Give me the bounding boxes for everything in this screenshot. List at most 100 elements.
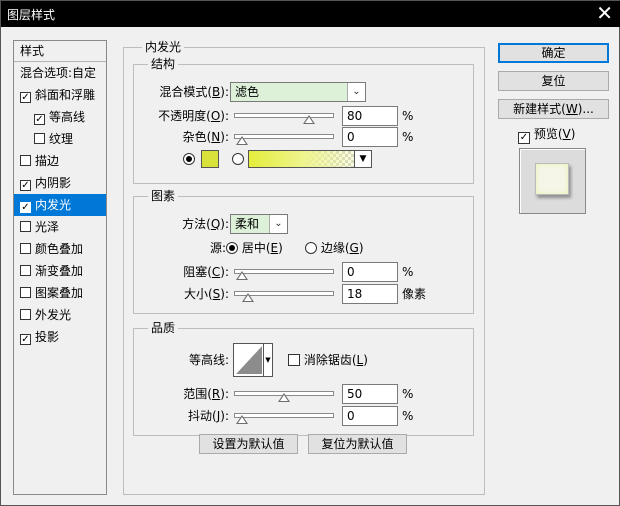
structure-group: 结构 混合模式(B): 滤色 ⌄ 不透明度(O): 80 % 杂色(N): 0 …: [133, 57, 474, 184]
sidebar-item-label: 内发光: [35, 198, 72, 212]
sidebar-item-checkbox[interactable]: [34, 133, 45, 144]
sidebar-item-checkbox[interactable]: ✓: [20, 92, 31, 103]
layer-style-dialog: 图层样式 ✕ 样式 混合选项:自定 ✓ 斜面和浮雕 ✓ 等高线纹理描边 ✓ 内阴影 ✓ 内发光光…: [0, 0, 620, 506]
inner-glow-title: 内发光: [142, 40, 185, 54]
elements-title: 图素: [148, 189, 179, 203]
sidebar-item[interactable]: 图案叠加: [14, 282, 106, 304]
sidebar-item[interactable]: 描边: [14, 150, 106, 172]
noise-slider[interactable]: [234, 128, 334, 146]
preview-option[interactable]: ✓ 预览(V): [518, 125, 575, 144]
style-preview: [519, 148, 586, 214]
contour-picker[interactable]: ▼: [233, 343, 273, 377]
structure-title: 结构: [148, 57, 179, 71]
source-center-option[interactable]: 居中(E): [226, 239, 283, 257]
sidebar-item-label: 纹理: [49, 132, 74, 146]
antialias-option[interactable]: 消除锯齿(L): [288, 351, 368, 369]
jitter-label: 抖动(J):: [188, 409, 229, 423]
choke-slider-thumb[interactable]: [236, 271, 248, 280]
range-label: 范围(R):: [183, 387, 229, 401]
sidebar-item[interactable]: 混合选项:自定: [14, 62, 106, 84]
sidebar-item-checkbox[interactable]: ✓: [20, 180, 31, 191]
range-input[interactable]: 50: [342, 384, 398, 404]
sidebar-item[interactable]: 光泽: [14, 216, 106, 238]
contour-dropdown-icon[interactable]: ▼: [263, 344, 272, 376]
range-unit: %: [402, 387, 414, 401]
sidebar-item-label: 描边: [35, 154, 60, 168]
choke-input[interactable]: 0: [342, 262, 398, 282]
gradient-dropdown-icon[interactable]: ▼: [354, 151, 371, 167]
noise-unit: %: [402, 130, 414, 144]
sidebar-item[interactable]: ✓ 斜面和浮雕: [14, 84, 106, 106]
quality-group: 品质 等高线: ▼ 消除锯齿(L) 范围(R): 50 % 抖动(J): 0 %: [133, 321, 474, 436]
sidebar-item-label: 内阴影: [35, 176, 72, 190]
sidebar-item-checkbox[interactable]: [20, 265, 31, 276]
sidebar-item[interactable]: ✓ 等高线: [14, 106, 106, 128]
sidebar-item-label: 混合选项:自定: [20, 66, 97, 80]
source-label: 源:: [209, 241, 226, 255]
sidebar-item-checkbox[interactable]: ✓: [20, 202, 31, 213]
ok-button[interactable]: 确定: [498, 43, 609, 63]
sidebar-item[interactable]: 颜色叠加: [14, 238, 106, 260]
sidebar-item-checkbox[interactable]: [20, 309, 31, 320]
sidebar-item[interactable]: ✓ 内阴影: [14, 172, 106, 194]
preview-checkbox[interactable]: ✓: [518, 132, 530, 144]
noise-slider-thumb[interactable]: [236, 136, 248, 145]
sidebar-item-label: 斜面和浮雕: [35, 88, 96, 102]
choke-slider[interactable]: [234, 263, 334, 281]
opacity-input[interactable]: 80: [342, 106, 398, 126]
jitter-slider-thumb[interactable]: [236, 415, 248, 424]
close-icon[interactable]: ✕: [596, 2, 613, 24]
sidebar-item-label: 外发光: [35, 308, 72, 322]
source-edge-radio[interactable]: [305, 242, 317, 254]
chevron-down-icon: ⌄: [269, 215, 287, 233]
sidebar-item-label: 图案叠加: [35, 286, 84, 300]
blend-mode-select[interactable]: 滤色 ⌄: [230, 82, 366, 102]
glow-color-swatch[interactable]: [201, 150, 219, 168]
gradient-picker[interactable]: ▼: [248, 150, 372, 168]
sidebar-item-checkbox[interactable]: [20, 243, 31, 254]
make-default-button[interactable]: 设置为默认值: [199, 434, 298, 454]
choke-unit: %: [402, 265, 414, 279]
noise-input[interactable]: 0: [342, 127, 398, 147]
sidebar-item-checkbox[interactable]: ✓: [34, 114, 45, 125]
jitter-input[interactable]: 0: [342, 406, 398, 426]
method-select[interactable]: 柔和 ⌄: [230, 214, 288, 234]
opacity-slider-thumb[interactable]: [303, 115, 315, 124]
opacity-slider[interactable]: [234, 107, 334, 125]
opacity-label: 不透明度(O):: [158, 109, 229, 123]
antialias-checkbox[interactable]: [288, 354, 300, 366]
sidebar-item[interactable]: 外发光: [14, 304, 106, 326]
range-slider[interactable]: [234, 385, 334, 403]
sidebar-item-checkbox[interactable]: [20, 155, 31, 166]
reset-default-button[interactable]: 复位为默认值: [308, 434, 407, 454]
size-slider[interactable]: [234, 285, 334, 303]
sidebar-item[interactable]: 渐变叠加: [14, 260, 106, 282]
preview-swatch: [535, 163, 569, 195]
gradient-radio[interactable]: [232, 153, 244, 165]
sidebar-item[interactable]: ✓ 投影: [14, 326, 106, 348]
dialog-title: 图层样式: [7, 8, 56, 22]
sidebar-item[interactable]: ✓ 内发光: [14, 194, 106, 216]
reset-button[interactable]: 复位: [498, 71, 609, 91]
inner-glow-panel: 内发光 结构 混合模式(B): 滤色 ⌄ 不透明度(O): 80 % 杂色(N)…: [123, 40, 485, 495]
quality-title: 品质: [148, 321, 179, 335]
sidebar-item-checkbox[interactable]: ✓: [20, 334, 31, 345]
source-center-radio[interactable]: [226, 242, 238, 254]
contour-label: 等高线:: [188, 353, 229, 367]
source-edge-option[interactable]: 边缘(G): [305, 239, 364, 257]
new-style-button[interactable]: 新建样式(W)...: [498, 99, 609, 119]
styles-header[interactable]: 样式: [14, 41, 106, 62]
size-input[interactable]: 18: [342, 284, 398, 304]
opacity-unit: %: [402, 109, 414, 123]
solid-color-radio[interactable]: [183, 153, 195, 165]
styles-list: 样式 混合选项:自定 ✓ 斜面和浮雕 ✓ 等高线纹理描边 ✓ 内阴影 ✓ 内发光光泽颜色叠加 渐变…: [13, 40, 107, 495]
sidebar-item-label: 光泽: [35, 220, 60, 234]
sidebar-item-label: 投影: [35, 330, 60, 344]
sidebar-item-checkbox[interactable]: [20, 287, 31, 298]
sidebar-item-checkbox[interactable]: [20, 221, 31, 232]
jitter-slider[interactable]: [234, 407, 334, 425]
size-slider-thumb[interactable]: [242, 293, 254, 302]
blend-mode-label: 混合模式(B):: [159, 85, 229, 99]
sidebar-item[interactable]: 纹理: [14, 128, 106, 150]
range-slider-thumb[interactable]: [278, 393, 290, 402]
